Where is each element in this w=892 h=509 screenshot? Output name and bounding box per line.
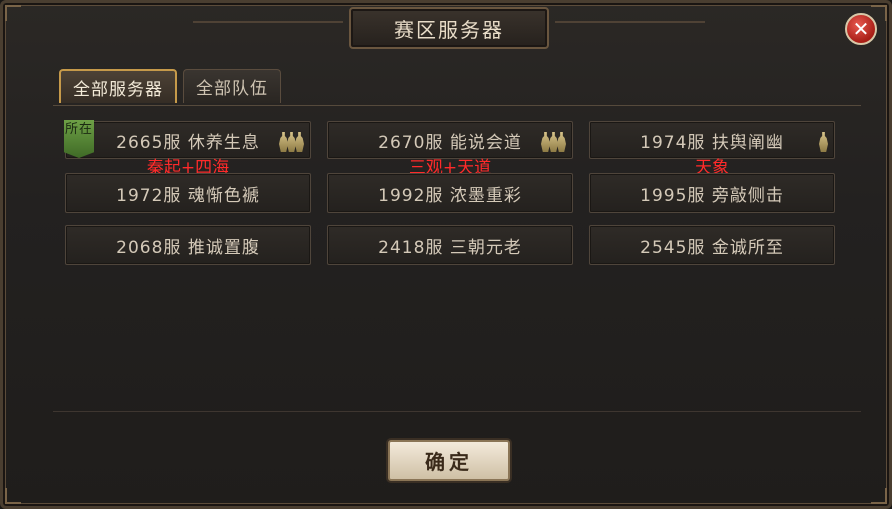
server-cell: 2545服 金诚所至	[589, 225, 835, 265]
tab-label: 全部服务器	[73, 79, 163, 100]
confirm-button[interactable]: 确定	[388, 440, 510, 481]
frame-corner-ornament	[871, 488, 887, 504]
soldier-icon	[279, 132, 288, 152]
title-divider-right	[555, 21, 705, 23]
tab-divider	[53, 105, 861, 106]
close-icon: ✕	[852, 17, 870, 41]
server-name: 1995服 旁敲侧击	[640, 185, 784, 206]
server-name: 2670服 能说会道	[378, 132, 522, 153]
tab-label: 全部队伍	[196, 79, 268, 99]
server-button-1995[interactable]: 1995服 旁敲侧击	[589, 173, 835, 213]
server-name: 2665服 休养生息	[116, 132, 260, 153]
soldier-icon-group	[541, 130, 566, 152]
server-button-1972[interactable]: 1972服 魂惭色褫	[65, 173, 311, 213]
dialog-frame: 赛区服务器 ✕ 全部服务器 全部队伍 所在 2665服 休养生息 秦起+四海 2…	[0, 0, 892, 509]
server-cell: 1992服 浓墨重彩	[327, 173, 573, 213]
server-name: 1992服 浓墨重彩	[378, 185, 522, 206]
soldier-icon	[819, 132, 828, 152]
server-grid: 所在 2665服 休养生息 秦起+四海 2670服 能说会道 三观+天道 197…	[64, 120, 835, 265]
confirm-label: 确定	[425, 450, 473, 474]
server-button-2068[interactable]: 2068服 推诚置腹	[65, 225, 311, 265]
soldier-icon-group	[819, 130, 828, 152]
server-cell: 2068服 推诚置腹	[65, 225, 311, 265]
tab-bar: 全部服务器 全部队伍	[59, 69, 287, 105]
server-name: 2418服 三朝元老	[378, 237, 522, 258]
dialog-title: 赛区服务器	[394, 17, 504, 42]
server-button-1992[interactable]: 1992服 浓墨重彩	[327, 173, 573, 213]
title-plate: 赛区服务器	[349, 7, 549, 49]
server-button-2418[interactable]: 2418服 三朝元老	[327, 225, 573, 265]
soldier-icon-group	[279, 130, 304, 152]
server-name: 2545服 金诚所至	[640, 237, 784, 258]
server-cell: 2418服 三朝元老	[327, 225, 573, 265]
server-cell: 1974服 扶舆阐幽 天象	[589, 121, 835, 178]
tab-all-servers[interactable]: 全部服务器	[59, 69, 177, 103]
frame-corner-ornament	[5, 5, 21, 21]
server-name: 1974服 扶舆阐幽	[640, 132, 784, 153]
soldier-icon	[287, 132, 296, 152]
soldier-icon	[541, 132, 550, 152]
tab-all-teams[interactable]: 全部队伍	[183, 69, 281, 103]
close-button[interactable]: ✕	[845, 13, 877, 45]
soldier-icon	[295, 132, 304, 152]
soldier-icon	[549, 132, 558, 152]
soldier-icon	[557, 132, 566, 152]
server-cell: 所在 2665服 休养生息 秦起+四海	[64, 120, 311, 178]
server-name: 1972服 魂惭色褫	[116, 185, 260, 206]
current-tag-label: 所在	[64, 122, 93, 137]
server-cell: 1972服 魂惭色褫	[65, 173, 311, 213]
server-name: 2068服 推诚置腹	[116, 237, 260, 258]
title-divider-left	[193, 21, 343, 23]
server-cell: 1995服 旁敲侧击	[589, 173, 835, 213]
server-cell: 2670服 能说会道 三观+天道	[327, 121, 573, 178]
frame-corner-ornament	[5, 488, 21, 504]
content-divider	[53, 411, 861, 412]
server-button-2545[interactable]: 2545服 金诚所至	[589, 225, 835, 265]
